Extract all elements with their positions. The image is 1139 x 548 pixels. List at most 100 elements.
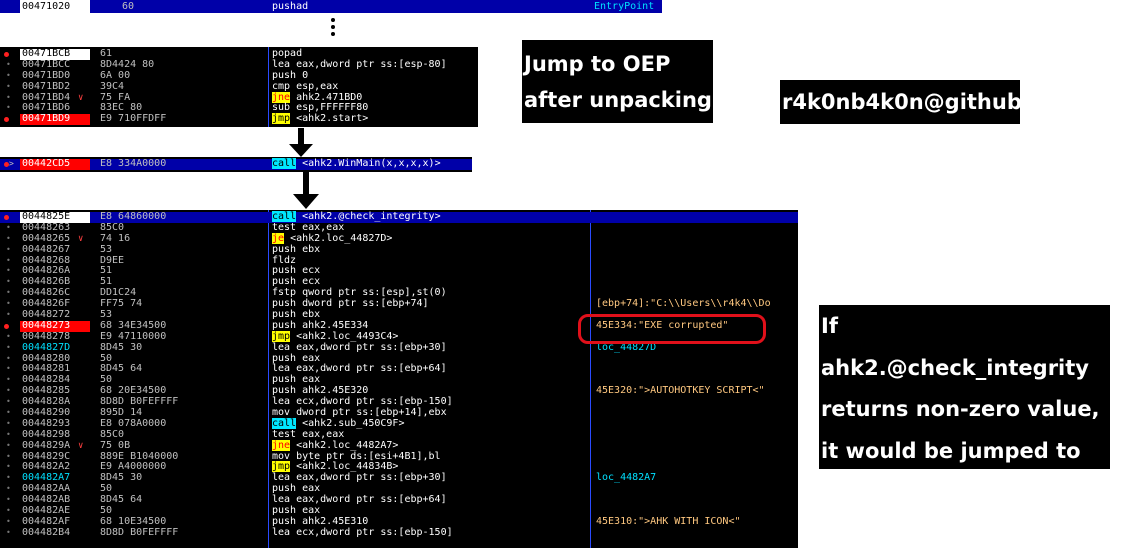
ellipsis-dots (328, 18, 338, 39)
gutter[interactable]: • (0, 103, 20, 114)
breakpoint-icon[interactable] (4, 323, 9, 329)
disasm-row[interactable]: • 00448268 D9EE fldz (0, 255, 798, 267)
comment: 45E320:">AUTOHOTKEY SCRIPT<" (596, 385, 765, 397)
disasm-row[interactable]: • 0044826F FF75 74 push dword ptr ss:[ebp+7… (0, 298, 798, 310)
address: 004482B4 (22, 526, 71, 538)
disasm-row[interactable]: • 00471BD6 83EC 80 sub esp,FFFFFF80 (0, 103, 478, 114)
address: 00471BD2 (22, 80, 71, 92)
gutter[interactable]: • (0, 354, 20, 365)
gutter[interactable]: • (0, 364, 20, 375)
gutter[interactable]: • (0, 299, 20, 310)
gutter[interactable]: • (0, 310, 20, 321)
gutter[interactable]: • (0, 343, 20, 354)
gutter-marker-icon: • (6, 310, 11, 320)
gutter-marker-icon: • (6, 516, 11, 526)
disasm-row[interactable]: • 004482A7 8D45 30 lea eax,dword ptr ss:[eb… (0, 472, 798, 484)
disasm-panel-winmain: > 00442CD5 E8 334A0000 call <ahk2.WinMai… (0, 157, 472, 172)
gutter[interactable]: • (0, 256, 20, 267)
disasm-row[interactable]: • 00471BD4 ∨ 75 FA jne ahk2.471BD0 (0, 91, 478, 104)
gutter[interactable] (0, 212, 20, 223)
gutter-marker-icon: • (6, 451, 11, 461)
gutter[interactable]: • (0, 288, 20, 299)
gutter[interactable]: • (0, 375, 20, 386)
gutter[interactable] (0, 49, 20, 60)
gutter[interactable]: • (0, 397, 20, 408)
gutter-marker-icon: • (6, 495, 11, 505)
gutter[interactable]: • (0, 506, 20, 517)
instruction-text: push ecx (272, 265, 321, 277)
disasm-row[interactable]: • 004482B4 8D8D B0FEFFFF lea ecx,dword ptr … (0, 526, 798, 539)
gutter[interactable]: • (0, 495, 20, 506)
instruction-text: <ahk2.loc_4482A7> (290, 439, 399, 451)
disasm-row[interactable]: • 0044826A 51 push ecx (0, 266, 798, 277)
gutter[interactable]: • (0, 71, 20, 82)
instruction-text: push ebx (272, 243, 321, 255)
gutter[interactable]: • (0, 93, 20, 104)
disasm-row[interactable]: • 004482AB 8D45 64 lea eax,dword ptr ss:[eb… (0, 494, 798, 506)
gutter[interactable]: • (0, 277, 20, 288)
disasm-row[interactable]: > 00442CD5 E8 334A0000 call <ahk2.WinMai… (0, 158, 472, 170)
instruction-text: push ahk2.45E310 (272, 515, 369, 527)
gutter[interactable]: • (0, 462, 20, 473)
bytes: 60 (122, 1, 135, 12)
entrypoint-comment: EntryPoint (594, 1, 655, 12)
gutter-marker-icon: • (6, 277, 11, 287)
gutter[interactable]: • (0, 266, 20, 277)
address: 00448267 (22, 243, 71, 255)
instruction-text: lea eax,dword ptr ss:[ebp+64] (272, 363, 447, 375)
disasm-row[interactable]: • 00448267 53 push ebx (0, 243, 798, 256)
instruction-text: lea eax,dword ptr ss:[ebp+64] (272, 494, 447, 506)
instruction-text: <ahk2.sub_450C9F> (296, 417, 405, 429)
instruction-text: test eax,eax (272, 221, 345, 233)
gutter-marker-icon: • (6, 70, 11, 80)
disasm-row[interactable]: • 00471BD0 6A 00 push 0 (0, 70, 478, 82)
gutter[interactable]: • (0, 452, 20, 463)
disasm-row[interactable]: • 00471BD2 39C4 cmp esp,eax (0, 80, 478, 93)
gutter[interactable]: • (0, 430, 20, 441)
disasm-row[interactable]: • 0044827D 8D45 30 lea eax,dword ptr ss:[eb… (0, 342, 798, 354)
instruction-text: lea eax,dword ptr ss:[esp-80] (272, 58, 447, 70)
gutter[interactable]: • (0, 223, 20, 234)
breakpoint-icon[interactable] (4, 52, 9, 57)
gutter[interactable]: • (0, 473, 20, 484)
disasm-row[interactable]: • 00448281 8D45 64 lea eax,dword ptr ss:[eb… (0, 364, 798, 375)
gutter[interactable]: • (0, 517, 20, 528)
gutter[interactable]: • (0, 245, 20, 256)
gutter[interactable]: • (0, 82, 20, 93)
gutter[interactable] (0, 321, 20, 332)
instruction: jmp <ahk2.start> (272, 113, 368, 125)
gutter[interactable]: • (0, 441, 20, 452)
disasm-row[interactable]: • 00471BCC 8D4424 80 lea eax,dword ptr ss:[… (0, 58, 478, 71)
jmp-keyword: jmp (272, 330, 291, 342)
disasm-row[interactable]: 00471020 60 pushad EntryPoint (0, 0, 662, 13)
disasm-panel-check-integrity: 0044825E E8 64860000 call <ahk2.@check_int… (0, 210, 798, 548)
gutter[interactable]: • (0, 528, 20, 539)
address: 00442CD5 (20, 158, 90, 170)
jne-keyword: jne (272, 91, 291, 103)
instruction-text: test eax,eax (272, 428, 345, 440)
gutter[interactable]: • (0, 484, 20, 495)
breakpoint-icon[interactable] (4, 215, 9, 220)
oep-label-line1: Jump to OEP (524, 52, 671, 76)
disasm-row[interactable]: 00471BD9 E9 710FFDFF jmp <ahk2.start> (0, 113, 478, 126)
gutter[interactable]: • (0, 332, 20, 343)
jmp-keyword: jmp (272, 461, 291, 473)
gutter[interactable]: • (0, 60, 20, 71)
breakpoint-icon[interactable] (4, 117, 9, 123)
gutter-marker-icon: • (6, 353, 11, 363)
gutter[interactable] (0, 114, 20, 125)
jump-arrow-icon: ∨ (78, 233, 84, 244)
instruction-text: mov byte ptr ds:[esi+4B1],bl (272, 450, 441, 462)
note-line2: returns non-zero value, (821, 397, 1100, 421)
gutter[interactable]: • (0, 408, 20, 419)
gutter[interactable]: • (0, 419, 20, 430)
gutter[interactable]: • (0, 386, 20, 397)
gutter-marker-icon: • (6, 418, 11, 428)
gutter-marker-icon: • (6, 331, 11, 341)
bytes: 53 (100, 243, 113, 255)
disasm-row[interactable]: • 00448265 ∨ 74 16 je <ahk2.loc_44827D> (0, 232, 798, 245)
entrypoint-row: 00471020 60 pushad EntryPoint (0, 0, 662, 13)
instruction-text: cmp esp,eax (272, 80, 339, 92)
gutter[interactable]: • (0, 234, 20, 245)
exe-corrupted-highlight-oval (578, 314, 766, 344)
